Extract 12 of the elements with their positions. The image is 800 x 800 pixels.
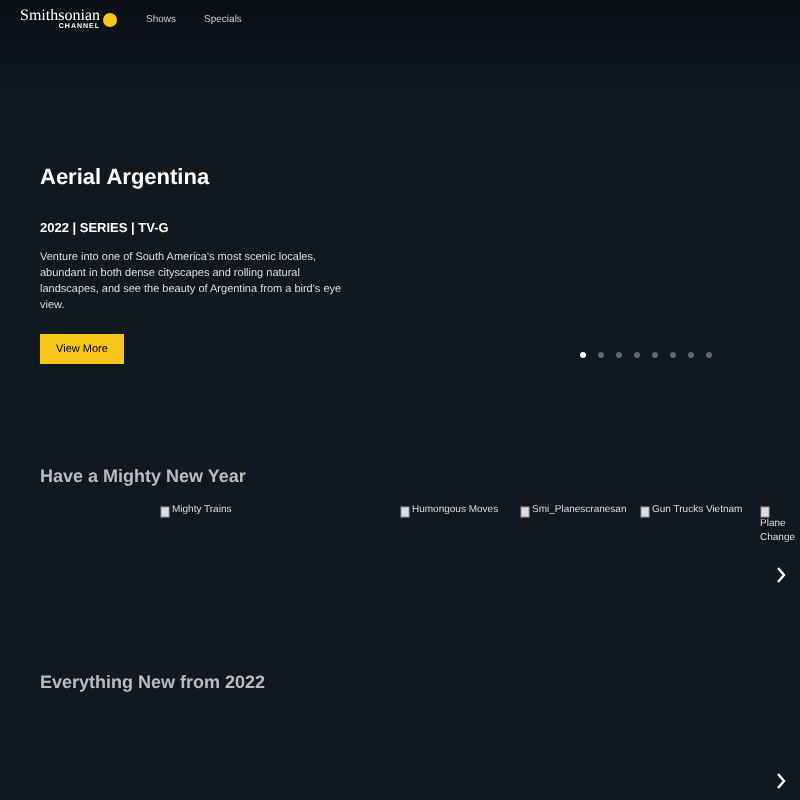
chevron-right-icon[interactable] — [776, 566, 786, 584]
sun-icon — [102, 11, 119, 28]
broken-image-icon — [640, 505, 650, 517]
hero-title: Aerial Argentina — [40, 164, 212, 194]
broken-image-icon — [760, 505, 770, 517]
row-title: Have a Mighty New Year — [38, 464, 248, 490]
broken-image-icon — [160, 505, 170, 517]
broken-image-icon — [520, 505, 530, 517]
chevron-right-icon[interactable] — [776, 772, 786, 790]
broken-image-icon — [400, 505, 410, 517]
logo-text: Smithsonian — [20, 8, 101, 24]
row-title: Everything New from 2022 — [38, 670, 268, 696]
